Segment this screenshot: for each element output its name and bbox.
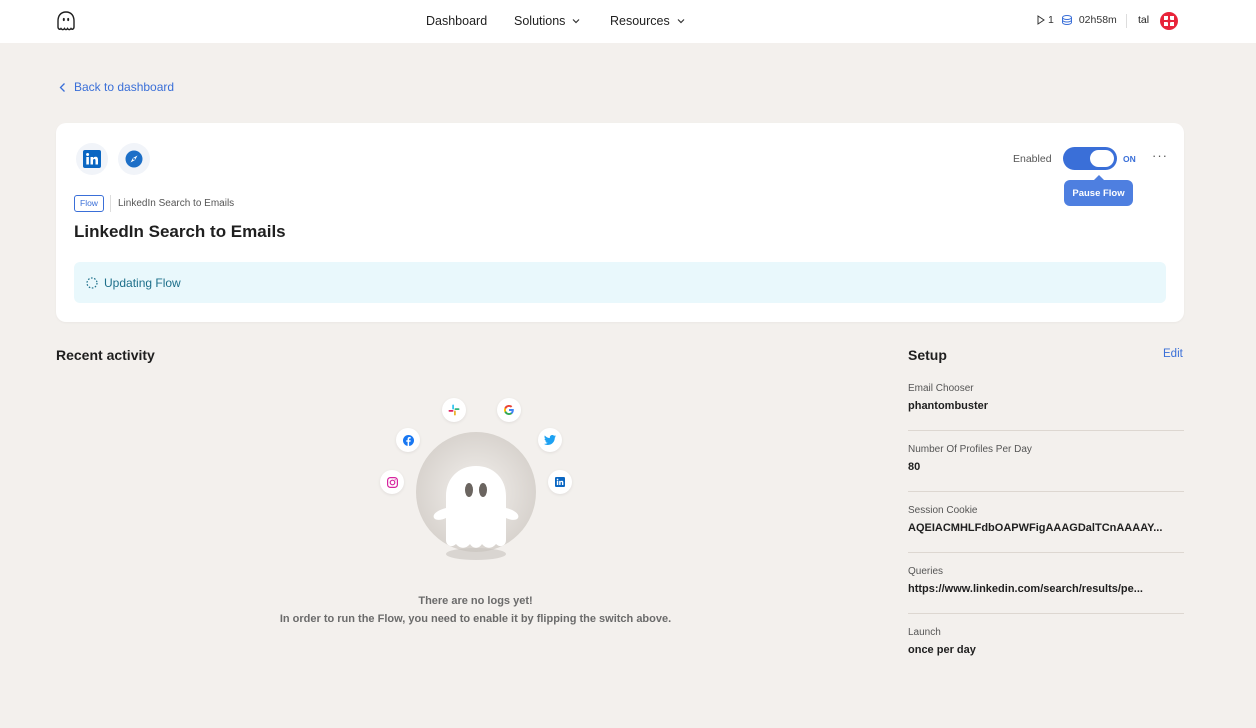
setup-item-label: Number Of Profiles Per Day	[908, 444, 1032, 455]
toggle-knob	[1090, 150, 1114, 167]
usage-stats[interactable]: 1 02h58m	[1037, 14, 1117, 26]
setup-item-label: Session Cookie	[908, 505, 978, 516]
facebook-icon	[402, 434, 414, 446]
chevron-left-icon	[59, 82, 65, 92]
twitter-bubble	[538, 428, 562, 452]
setup-item-label: Launch	[908, 627, 941, 638]
nav-dashboard[interactable]: Dashboard	[426, 14, 487, 28]
breadcrumb-divider	[110, 195, 111, 212]
compass-icon	[125, 150, 143, 168]
instagram-icon	[386, 476, 398, 488]
back-link-label: Back to dashboard	[74, 80, 175, 94]
nav-dashboard-label: Dashboard	[426, 14, 488, 28]
instagram-bubble	[380, 470, 404, 494]
nav-solutions-label: Solutions	[514, 14, 566, 28]
setup-divider	[908, 491, 1184, 492]
compass-app	[118, 143, 150, 175]
nav-divider	[1126, 14, 1127, 28]
twitter-icon	[544, 435, 556, 445]
linkedin-app	[76, 143, 108, 175]
setup-item-value: https://www.linkedin.com/search/results/…	[908, 583, 1143, 595]
enabled-label: Enabled	[1013, 153, 1052, 165]
recent-activity-title: Recent activity	[56, 347, 155, 363]
setup-item-session-cookie: Session Cookie AQEIACMHLFdbOAPWFigAAAGDa…	[908, 505, 1184, 534]
linkedin-bubble	[548, 470, 572, 494]
page-title: LinkedIn Search to Emails	[74, 222, 286, 241]
empty-state-heading: There are no logs yet!	[418, 595, 533, 607]
linkedin-icon	[555, 477, 565, 487]
status-text: Updating Flow	[104, 275, 181, 290]
status-banner: Updating Flow	[74, 262, 1166, 303]
flow-type-badge: Flow	[74, 195, 104, 212]
empty-state-description: In order to run the Flow, you need to en…	[279, 613, 672, 625]
nav-resources-label: Resources	[610, 14, 670, 28]
setup-divider	[908, 552, 1184, 553]
flow-card: Flow LinkedIn Search to Emails LinkedIn …	[56, 123, 1184, 322]
setup-title: Setup	[908, 347, 947, 363]
setup-item-value: AQEIACMHLFdbOAPWFigAAAGDalTCnAAAAY...	[908, 522, 1163, 534]
slack-icon	[448, 404, 460, 416]
enable-flow-toggle[interactable]	[1063, 147, 1117, 170]
chevron-down-icon	[573, 19, 580, 24]
edit-setup-link[interactable]: Edit	[1163, 348, 1183, 360]
nav-solutions[interactable]: Solutions	[514, 14, 581, 28]
setup-item-launch: Launch once per day	[908, 627, 1184, 656]
setup-item-value: phantombuster	[908, 400, 989, 412]
runs-count: 1	[1048, 14, 1054, 26]
setup-item-profiles-per-day: Number Of Profiles Per Day 80	[908, 444, 1184, 473]
breadcrumb: LinkedIn Search to Emails	[118, 198, 235, 209]
google-icon	[504, 405, 514, 415]
setup-divider	[908, 613, 1184, 614]
setup-item-value: once per day	[908, 644, 976, 656]
setup-item-queries: Queries https://www.linkedin.com/search/…	[908, 566, 1184, 595]
pause-flow-tooltip: Pause Flow	[1064, 175, 1133, 206]
linkedin-icon	[83, 150, 101, 168]
user-name[interactable]: tal	[1138, 14, 1149, 26]
more-options-button[interactable]: ···	[1152, 149, 1168, 162]
setup-divider	[908, 430, 1184, 431]
chevron-down-icon	[677, 19, 685, 24]
setup-item-email-chooser: Email Chooser phantombuster	[908, 383, 1184, 412]
top-navigation: Dashboard Solutions Resources 1 02h58m t…	[0, 0, 1256, 43]
setup-item-value: 80	[908, 461, 921, 473]
slack-bubble	[442, 398, 466, 422]
spinner-icon	[86, 276, 98, 289]
google-bubble	[497, 398, 521, 422]
nav-resources[interactable]: Resources	[610, 14, 686, 28]
setup-item-label: Queries	[908, 566, 944, 577]
facebook-bubble	[396, 428, 420, 452]
empty-state-illustration	[376, 396, 576, 571]
avatar[interactable]	[1160, 12, 1178, 30]
coins-icon	[1061, 15, 1072, 26]
setup-item-label: Email Chooser	[908, 383, 974, 394]
play-icon	[1037, 15, 1045, 25]
avatar-pattern-icon	[1164, 16, 1174, 26]
back-to-dashboard-link[interactable]: Back to dashboard	[58, 80, 174, 94]
toggle-state-label: ON	[1123, 154, 1136, 164]
tooltip-text: Pause Flow	[1072, 187, 1125, 199]
time-remaining: 02h58m	[1078, 14, 1117, 26]
ghost-illustration-icon	[416, 432, 536, 560]
